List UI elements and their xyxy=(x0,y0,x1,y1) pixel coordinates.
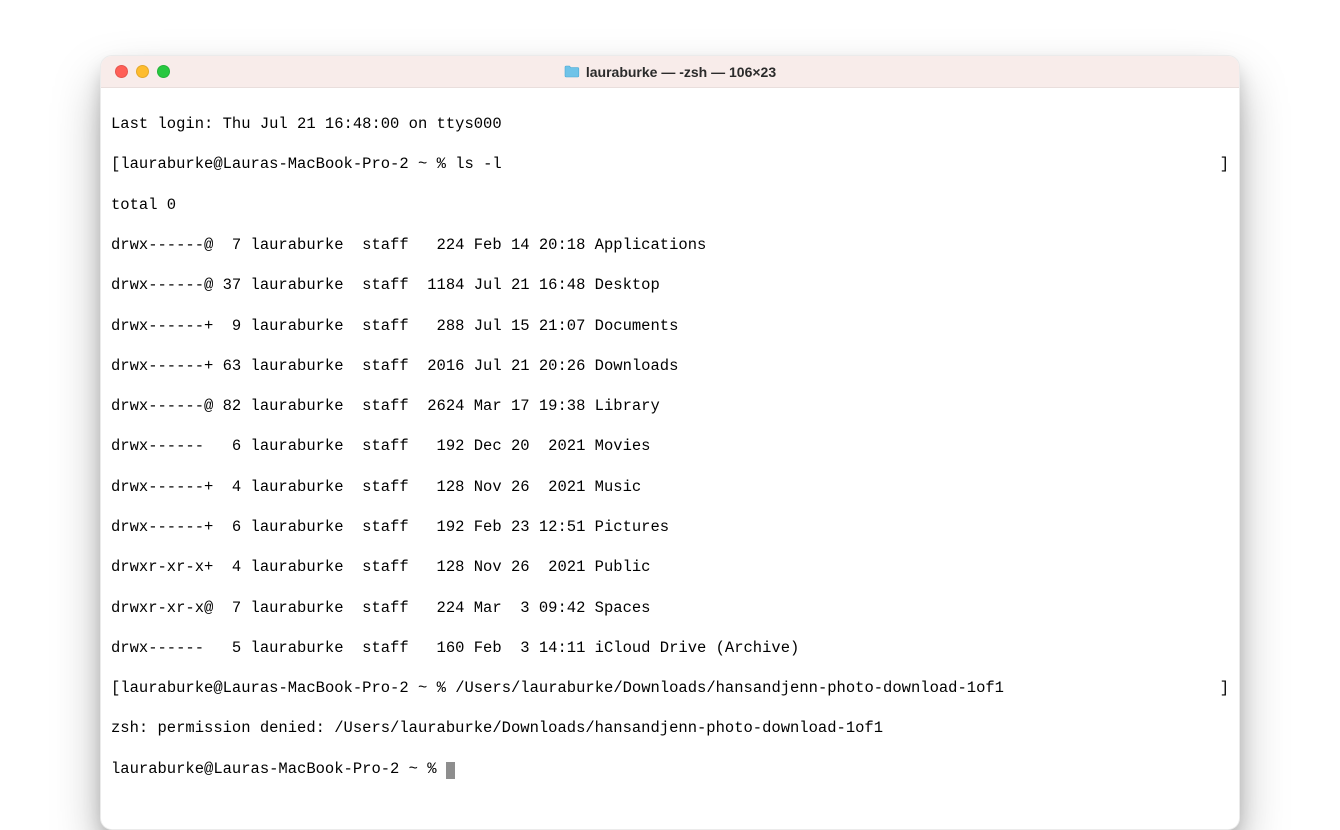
title-bar[interactable]: lauraburke — -zsh — 106×23 xyxy=(101,56,1239,88)
terminal-content[interactable]: Last login: Thu Jul 21 16:48:00 on ttys0… xyxy=(101,88,1239,829)
command-ls: ls -l xyxy=(455,155,502,173)
listing-row: drwx------ 5 lauraburke staff 160 Feb 3 … xyxy=(111,638,1229,658)
bracket-right: ] xyxy=(1220,678,1229,698)
close-button[interactable] xyxy=(115,65,128,78)
folder-icon xyxy=(564,65,580,78)
total-line: total 0 xyxy=(111,195,1229,215)
listing-row: drwx------@ 37 lauraburke staff 1184 Jul… xyxy=(111,275,1229,295)
minimize-button[interactable] xyxy=(136,65,149,78)
prompt-line-1: [lauraburke@Lauras-MacBook-Pro-2 ~ % ls … xyxy=(111,154,1229,174)
bracket-left: [ xyxy=(111,155,120,173)
maximize-button[interactable] xyxy=(157,65,170,78)
listing-row: drwx------+ 4 lauraburke staff 128 Nov 2… xyxy=(111,477,1229,497)
command-path: /Users/lauraburke/Downloads/hansandjenn-… xyxy=(455,679,1004,697)
prompt-line-current: lauraburke@Lauras-MacBook-Pro-2 ~ % xyxy=(111,759,1229,779)
last-login-line: Last login: Thu Jul 21 16:48:00 on ttys0… xyxy=(111,114,1229,134)
bracket-left: [ xyxy=(111,679,120,697)
listing-row: drwx------ 6 lauraburke staff 192 Dec 20… xyxy=(111,436,1229,456)
prompt-prefix: lauraburke@Lauras-MacBook-Pro-2 ~ % xyxy=(120,155,446,173)
prompt-prefix: lauraburke@Lauras-MacBook-Pro-2 ~ % xyxy=(111,760,437,778)
window-title-wrap: lauraburke — -zsh — 106×23 xyxy=(101,64,1239,80)
error-line: zsh: permission denied: /Users/lauraburk… xyxy=(111,718,1229,738)
listing-row: drwxr-xr-x+ 4 lauraburke staff 128 Nov 2… xyxy=(111,557,1229,577)
terminal-window: lauraburke — -zsh — 106×23 Last login: T… xyxy=(100,55,1240,830)
listing-row: drwxr-xr-x@ 7 lauraburke staff 224 Mar 3… xyxy=(111,598,1229,618)
prompt-prefix: lauraburke@Lauras-MacBook-Pro-2 ~ % xyxy=(120,679,446,697)
traffic-lights xyxy=(101,65,170,78)
prompt-line-2: [lauraburke@Lauras-MacBook-Pro-2 ~ % /Us… xyxy=(111,678,1229,698)
window-title: lauraburke — -zsh — 106×23 xyxy=(586,64,776,80)
cursor xyxy=(446,762,455,779)
bracket-right: ] xyxy=(1220,154,1229,174)
listing-row: drwx------+ 63 lauraburke staff 2016 Jul… xyxy=(111,356,1229,376)
listing-row: drwx------@ 82 lauraburke staff 2624 Mar… xyxy=(111,396,1229,416)
listing-row: drwx------@ 7 lauraburke staff 224 Feb 1… xyxy=(111,235,1229,255)
listing-row: drwx------+ 9 lauraburke staff 288 Jul 1… xyxy=(111,316,1229,336)
listing-row: drwx------+ 6 lauraburke staff 192 Feb 2… xyxy=(111,517,1229,537)
